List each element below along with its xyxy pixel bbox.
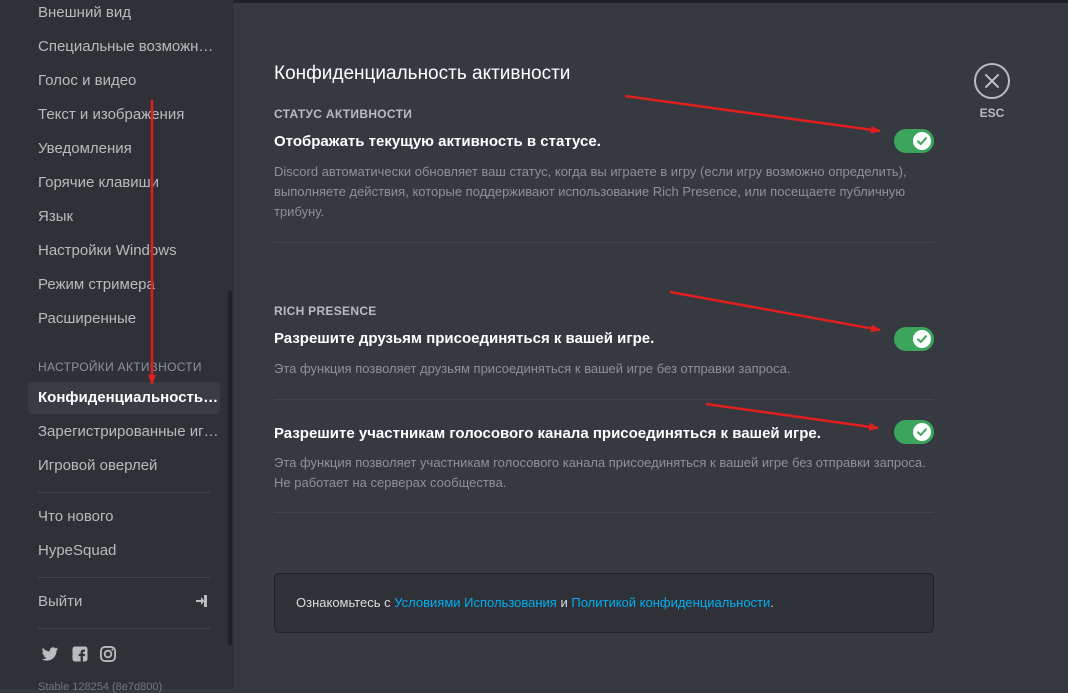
- terms-notice: Ознакомьтесь с Условиями Использования и…: [274, 573, 934, 633]
- checkmark-icon: [917, 335, 927, 343]
- terms-conjunction: и: [556, 595, 572, 610]
- sidebar-item-keybinds[interactable]: Горячие клавиши: [28, 167, 220, 199]
- sidebar-item-registered-games[interactable]: Зарегистрированные игры: [28, 416, 220, 448]
- toggle-show-activity[interactable]: [894, 129, 934, 153]
- checkmark-icon: [917, 428, 927, 436]
- logout-button[interactable]: Выйти: [28, 586, 220, 618]
- sidebar-item-streamer-mode[interactable]: Режим стримера: [28, 269, 220, 301]
- sidebar-item-language[interactable]: Язык: [28, 201, 220, 233]
- sidebar-item-game-overlay[interactable]: Игровой оверлей: [28, 450, 220, 482]
- toggle-friends-join[interactable]: [894, 327, 934, 351]
- sidebar-scrollbar[interactable]: [228, 290, 232, 645]
- option-desc-friends-join: Эта функция позволяет друзьям присоединя…: [274, 361, 791, 376]
- sidebar-separator: [38, 628, 210, 629]
- sidebar-item-appearance[interactable]: Внешний вид: [28, 0, 220, 29]
- terms-prefix: Ознакомьтесь с: [296, 595, 395, 610]
- sidebar-separator: [38, 577, 210, 578]
- terms-suffix: .: [770, 595, 774, 610]
- sidebar-separator: [38, 492, 210, 493]
- toggle-voice-join[interactable]: [894, 420, 934, 444]
- section-separator: [274, 512, 934, 513]
- twitter-icon[interactable]: [40, 644, 60, 664]
- terms-of-service-link[interactable]: Условиями Использования: [394, 595, 557, 610]
- option-title-voice-join: Разрешите участникам голосового канала п…: [274, 425, 821, 442]
- section-separator: [274, 242, 934, 243]
- option-separator: [274, 399, 934, 400]
- toggle-knob: [913, 330, 931, 348]
- sidebar-header-activity: НАСТРОЙКИ АКТИВНОСТИ: [38, 360, 202, 374]
- sidebar-item-activity-privacy[interactable]: Конфиденциальность активности: [28, 382, 220, 414]
- facebook-icon[interactable]: [70, 644, 90, 664]
- toggle-knob: [913, 423, 931, 441]
- sidebar-item-text-images[interactable]: Текст и изображения: [28, 99, 220, 131]
- sidebar-item-accessibility[interactable]: Специальные возможности: [28, 31, 220, 63]
- sidebar-item-notifications[interactable]: Уведомления: [28, 133, 220, 165]
- logout-icon[interactable]: [196, 594, 208, 608]
- sidebar-item-advanced[interactable]: Расширенные: [28, 303, 220, 335]
- close-icon: [985, 74, 999, 88]
- option-desc-voice-join: Эта функция позволяет участникам голосов…: [274, 455, 926, 490]
- annotation-arrow-friends-toggle: [669, 290, 881, 333]
- settings-sidebar: Внешний вид Специальные возможности Голо…: [0, 0, 234, 693]
- option-desc-show-activity: Discord автоматически обновляет ваш стат…: [274, 164, 907, 219]
- sidebar-item-whats-new[interactable]: Что нового: [28, 501, 220, 533]
- sidebar-item-windows-settings[interactable]: Настройки Windows: [28, 235, 220, 267]
- esc-label: ESC: [979, 106, 1005, 120]
- checkmark-icon: [917, 137, 927, 145]
- section-header-rich-presence: RICH PRESENCE: [274, 304, 377, 318]
- close-button[interactable]: [974, 63, 1010, 99]
- app-version: Stable 128254 (8e7d800): [38, 681, 163, 693]
- sidebar-item-hypesquad[interactable]: HypeSquad: [28, 535, 220, 567]
- instagram-icon[interactable]: [98, 644, 118, 664]
- annotation-arrow-status-toggle: [624, 94, 881, 134]
- section-header-activity-status: СТАТУС АКТИВНОСТИ: [274, 107, 413, 121]
- privacy-policy-link[interactable]: Политикой конфиденциальности: [571, 595, 770, 610]
- toggle-knob: [913, 132, 931, 150]
- option-title-friends-join: Разрешите друзьям присоединяться к вашей…: [274, 330, 655, 347]
- sidebar-item-voice-video[interactable]: Голос и видео: [28, 65, 220, 97]
- option-title-show-activity: Отображать текущую активность в статусе.: [274, 133, 601, 150]
- page-title: Конфиденциальность активности: [274, 63, 571, 84]
